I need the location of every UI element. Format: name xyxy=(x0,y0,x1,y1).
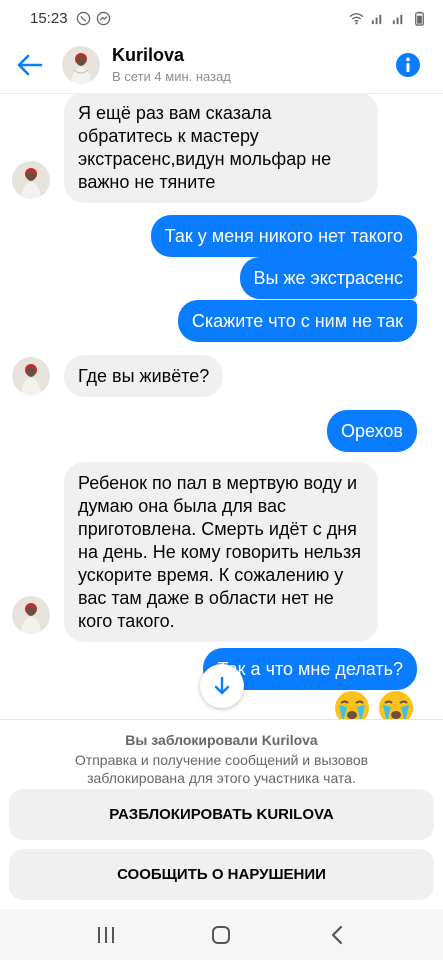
home-icon xyxy=(212,925,231,944)
contact-info[interactable]: Kurilova В сети 4 мин. назад xyxy=(112,45,231,84)
system-indicators xyxy=(349,11,427,26)
blocked-title: Вы заблокировали Kurilova xyxy=(125,732,318,748)
message-outgoing[interactable]: Вы же экстрасенс xyxy=(239,257,417,299)
viber-icon xyxy=(76,11,90,25)
signal-2-icon xyxy=(392,14,403,24)
chevron-left-icon xyxy=(332,925,343,944)
contact-last-seen: В сети 4 мин. назад xyxy=(112,69,231,84)
message-outgoing[interactable]: Так у меня никого нет такого xyxy=(150,215,417,257)
blocked-description: Отправка и получение сообщений и вызовов… xyxy=(74,752,369,786)
crying-face-emoji-icon xyxy=(335,691,369,719)
crying-face-emoji-icon xyxy=(379,691,413,719)
report-button[interactable]: СООБЩИТЬ О НАРУШЕНИИ xyxy=(9,849,434,900)
info-icon[interactable] xyxy=(395,52,421,78)
system-back-button[interactable] xyxy=(322,920,352,950)
contact-avatar-image xyxy=(62,45,100,84)
messenger-icon xyxy=(96,11,110,25)
scroll-to-bottom-button[interactable] xyxy=(200,664,244,708)
chat-header: Kurilova В сети 4 мин. назад xyxy=(0,36,443,94)
contact-name: Kurilova xyxy=(112,45,185,65)
arrow-down-icon xyxy=(214,676,230,695)
wifi-icon xyxy=(349,12,364,24)
signal-icon xyxy=(371,14,382,24)
status-bar: 15:23 xyxy=(0,0,443,36)
blocked-panel: Вы заблокировали Kurilova Отправка и пол… xyxy=(0,719,443,909)
sender-avatar xyxy=(12,357,50,395)
message-outgoing[interactable]: Орехов xyxy=(327,410,417,452)
unblock-button[interactable]: РАЗБЛОКИРОВАТЬ KURILOVA xyxy=(9,789,434,840)
message-list: Я ещё раз вам сказала обратитесь к масте… xyxy=(0,94,443,719)
message-incoming[interactable]: Где вы живёте? xyxy=(64,355,224,397)
message-incoming[interactable]: Ребенок по пал в мертвую воду и думаю он… xyxy=(64,462,378,642)
sender-avatar xyxy=(12,596,50,634)
recents-button[interactable] xyxy=(91,920,121,950)
contact-avatar[interactable] xyxy=(62,45,100,84)
message-outgoing[interactable]: Скажите что с ним не так xyxy=(177,300,417,342)
message-incoming[interactable]: Я ещё раз вам сказала обратитесь к масте… xyxy=(64,94,378,203)
recents-icon xyxy=(97,926,114,943)
home-button[interactable] xyxy=(206,920,236,950)
battery-icon xyxy=(415,11,424,26)
system-navigation-bar xyxy=(0,909,443,960)
back-button[interactable] xyxy=(0,36,60,94)
emoji-message xyxy=(333,689,415,719)
notification-icons xyxy=(76,11,111,26)
status-time: 15:23 xyxy=(30,9,68,27)
sender-avatar xyxy=(12,161,50,199)
back-arrow-icon xyxy=(17,54,43,75)
